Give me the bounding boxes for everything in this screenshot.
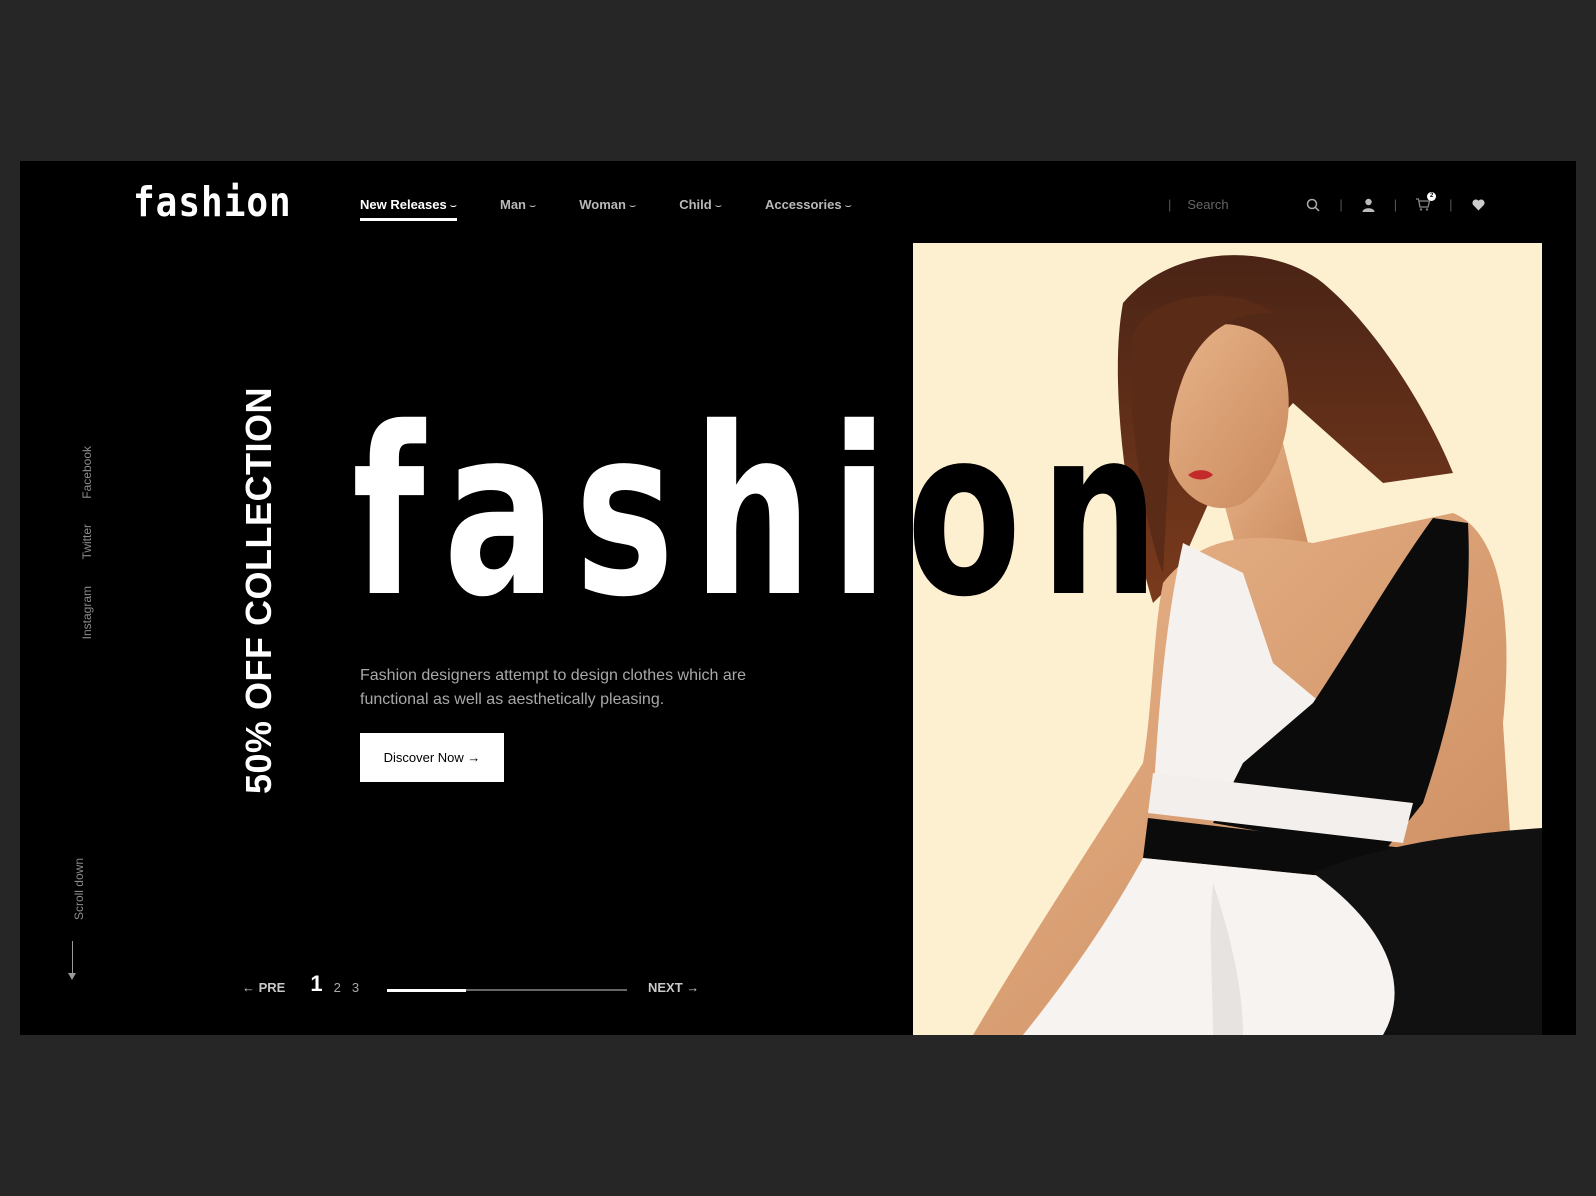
hero-frame: fashion New Releases ⌣ Man ⌣ Woman ⌣ Child ⌣… xyxy=(20,161,1576,1035)
hero-title: fashion xyxy=(352,378,913,648)
hero-title-overlay: fashion xyxy=(913,378,1178,648)
arrow-down-icon[interactable] xyxy=(68,973,76,980)
page-1[interactable]: 1 xyxy=(310,973,322,995)
next-button[interactable]: NEXT → xyxy=(648,980,699,995)
scroll-down-label[interactable]: Scroll down xyxy=(72,858,86,920)
prev-button[interactable]: ← PRE xyxy=(242,980,285,995)
page-2[interactable]: 2 xyxy=(334,980,341,995)
page-3[interactable]: 3 xyxy=(352,980,359,995)
slider-pagination: ← PRE 1 2 3 xyxy=(242,973,359,996)
hero-title-light: fashion xyxy=(20,161,913,1035)
scroll-line xyxy=(72,941,73,976)
hero-title-dark-overlay: fashion xyxy=(913,161,1576,1035)
discover-now-button[interactable]: Discover Now → xyxy=(360,733,504,782)
hero-description: Fashion designers attempt to design clot… xyxy=(360,667,746,708)
next-wrap: NEXT → xyxy=(648,979,699,997)
slider-progress-bar[interactable] xyxy=(387,988,627,992)
slider-progress-fill xyxy=(387,988,467,992)
